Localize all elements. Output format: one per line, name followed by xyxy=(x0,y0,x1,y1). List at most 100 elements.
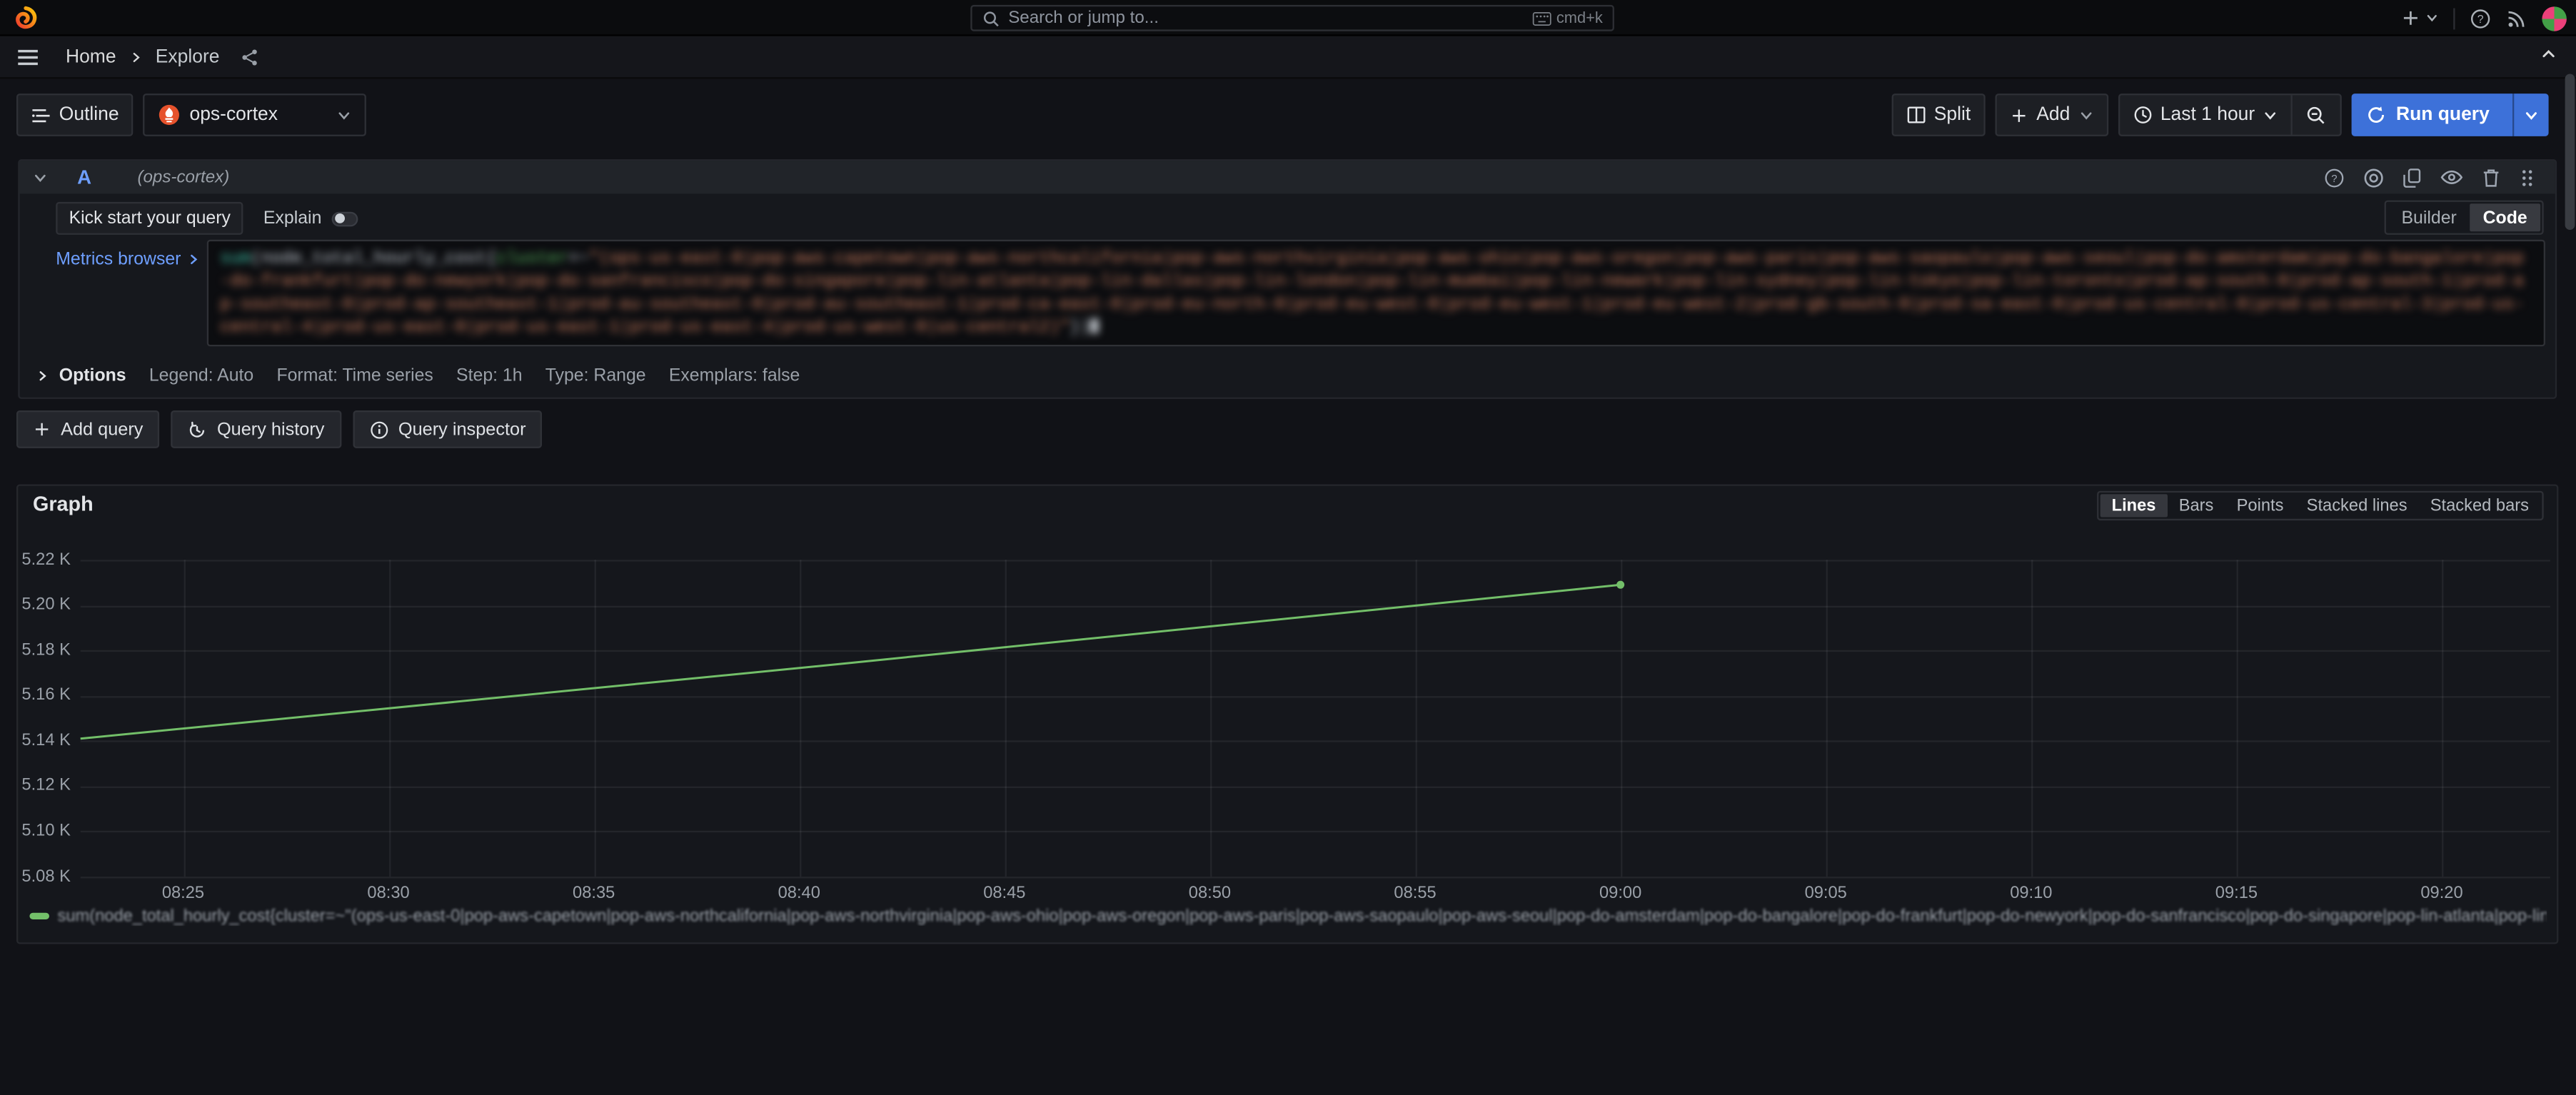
options-title: Options xyxy=(59,365,126,385)
query-history-button[interactable]: Query history xyxy=(171,410,341,448)
x-tick-label: 09:00 xyxy=(1599,885,1641,903)
grafana-logo-icon[interactable] xyxy=(13,5,38,31)
explain-toggle[interactable] xyxy=(331,211,358,226)
user-avatar[interactable] xyxy=(2542,6,2567,31)
token-label: cluster xyxy=(496,250,568,270)
run-query-button[interactable]: Run query xyxy=(2352,94,2505,136)
zoom-out-icon xyxy=(2305,104,2327,126)
query-inspector-label: Query inspector xyxy=(398,420,526,440)
datasource-label: ops-cortex xyxy=(190,105,278,125)
query-inspector-button[interactable]: Query inspector xyxy=(353,410,543,448)
drag-handle-icon[interactable] xyxy=(2519,166,2535,188)
plot-area[interactable] xyxy=(81,560,2550,877)
menu-toggle-icon[interactable] xyxy=(16,47,39,67)
code-option[interactable]: Code xyxy=(2470,203,2540,231)
series-line xyxy=(81,585,1621,739)
graph-mode-stacked-bars[interactable]: Stacked bars xyxy=(2419,494,2540,517)
breadcrumb-home[interactable]: Home xyxy=(66,47,116,67)
x-tick-label: 08:35 xyxy=(573,885,615,903)
graph-style-switch: LinesBarsPointsStacked linesStacked bars xyxy=(2097,491,2544,520)
help-icon[interactable]: ? xyxy=(2470,7,2491,29)
graph-mode-bars[interactable]: Bars xyxy=(2168,494,2225,517)
outline-button[interactable]: Outline xyxy=(16,94,134,136)
sync-icon xyxy=(2367,105,2387,125)
x-axis: 08:2508:3008:3508:4008:4508:5008:5509:00… xyxy=(81,885,2550,905)
news-rss-icon[interactable] xyxy=(2506,7,2527,29)
option-summary-item: Type: Range xyxy=(545,365,646,385)
legend-series-name[interactable]: sum(node_total_hourly_cost{cluster=~"(op… xyxy=(58,907,2547,925)
add-label: Add xyxy=(2036,105,2070,125)
run-query-options-button[interactable] xyxy=(2512,94,2549,136)
x-tick-label: 08:50 xyxy=(1189,885,1231,903)
metrics-browser-link[interactable]: Metrics browser xyxy=(56,250,201,270)
history-icon xyxy=(188,420,208,440)
query-editor-card: A (ops-cortex) ? xyxy=(18,159,2557,399)
legend-swatch xyxy=(29,913,49,919)
share-icon[interactable] xyxy=(239,47,259,67)
global-search[interactable]: cmd+k xyxy=(970,5,1614,31)
builder-option[interactable]: Builder xyxy=(2388,203,2470,231)
add-button[interactable]: Add xyxy=(1996,94,2108,136)
x-tick-label: 09:15 xyxy=(2215,885,2258,903)
graph-panel: Graph LinesBarsPointsStacked linesStacke… xyxy=(16,485,2558,944)
x-tick-label: 08:55 xyxy=(1394,885,1436,903)
explain-label: Explain xyxy=(263,208,321,228)
y-tick-label: 5.08 K xyxy=(21,868,70,886)
search-shortcut-label: cmd+k xyxy=(1556,9,1603,27)
kick-start-query-button[interactable]: Kick start your query xyxy=(56,202,243,235)
split-label: Split xyxy=(1934,105,1971,125)
chevron-right-icon xyxy=(36,368,49,381)
token-function: sum xyxy=(220,250,251,270)
y-tick-label: 5.18 K xyxy=(21,641,70,659)
breadcrumb-explore[interactable]: Explore xyxy=(156,47,220,67)
hide-query-eye-icon[interactable] xyxy=(2440,168,2463,188)
graph-mode-lines[interactable]: Lines xyxy=(2100,494,2168,517)
option-summary-item: Legend: Auto xyxy=(149,365,253,385)
scrollbar[interactable] xyxy=(2565,38,2575,1094)
search-input[interactable] xyxy=(1008,9,1524,29)
token-open: (node_total_hourly_cost{ xyxy=(251,250,496,270)
time-range-picker[interactable]: Last 1 hour xyxy=(2119,95,2290,134)
plus-icon xyxy=(2010,106,2028,123)
query-datasource-hint: (ops-cortex) xyxy=(137,168,229,188)
chevron-down-icon xyxy=(2425,11,2438,24)
time-range-label: Last 1 hour xyxy=(2160,105,2255,125)
duplicate-query-icon[interactable] xyxy=(2403,166,2422,188)
new-menu-button[interactable] xyxy=(2401,9,2439,29)
datasource-picker[interactable]: ops-cortex xyxy=(144,94,367,136)
metrics-browser-label: Metrics browser xyxy=(56,250,181,270)
graph-mode-stacked-lines[interactable]: Stacked lines xyxy=(2295,494,2419,517)
target-icon[interactable] xyxy=(2363,166,2385,188)
y-axis: 5.22 K5.20 K5.18 K5.16 K5.14 K5.12 K5.10… xyxy=(18,486,74,897)
datasource-help-icon[interactable]: ? xyxy=(2324,166,2345,188)
add-query-button[interactable]: Add query xyxy=(16,410,159,448)
graph-mode-points[interactable]: Points xyxy=(2225,494,2295,517)
x-tick-label: 09:05 xyxy=(1805,885,1847,903)
zoom-out-time-button[interactable] xyxy=(2291,95,2340,134)
explore-toolbar: Outline ops-cortex Split xyxy=(16,94,2549,138)
text-cursor xyxy=(1090,318,1099,333)
promql-code-editor[interactable]: sum(node_total_hourly_cost{cluster=~"(op… xyxy=(207,240,2545,347)
grafana-explore-page: cmd+k ? Home Explore xyxy=(0,0,2576,1095)
legend: sum(node_total_hourly_cost{cluster=~"(op… xyxy=(29,907,2547,927)
series-svg xyxy=(81,560,2550,877)
toggle-knob xyxy=(335,214,345,224)
y-tick-label: 5.14 K xyxy=(21,732,70,750)
split-button[interactable]: Split xyxy=(1891,94,1986,136)
scrollbar-thumb[interactable] xyxy=(2565,74,2575,231)
chevron-down-icon xyxy=(2078,108,2093,123)
breadcrumb-row: Home Explore xyxy=(0,36,2576,79)
query-options-summary[interactable]: Options Legend: AutoFormat: Time seriesS… xyxy=(36,360,800,391)
remove-query-trash-icon[interactable] xyxy=(2481,166,2501,188)
query-row-header[interactable]: A (ops-cortex) ? xyxy=(20,161,2555,193)
y-tick-label: 5.16 K xyxy=(21,687,70,705)
x-tick-label: 08:40 xyxy=(778,885,820,903)
collapse-query-chevron-icon[interactable] xyxy=(33,170,48,185)
chevron-right-icon xyxy=(129,50,142,63)
series-end-point xyxy=(1616,581,1624,589)
chevron-up-icon[interactable] xyxy=(2540,46,2557,62)
query-tools-row: Kick start your query Explain xyxy=(56,202,358,235)
h-gridline xyxy=(81,877,2550,878)
x-tick-label: 08:45 xyxy=(983,885,1025,903)
chevron-down-icon xyxy=(338,108,353,123)
